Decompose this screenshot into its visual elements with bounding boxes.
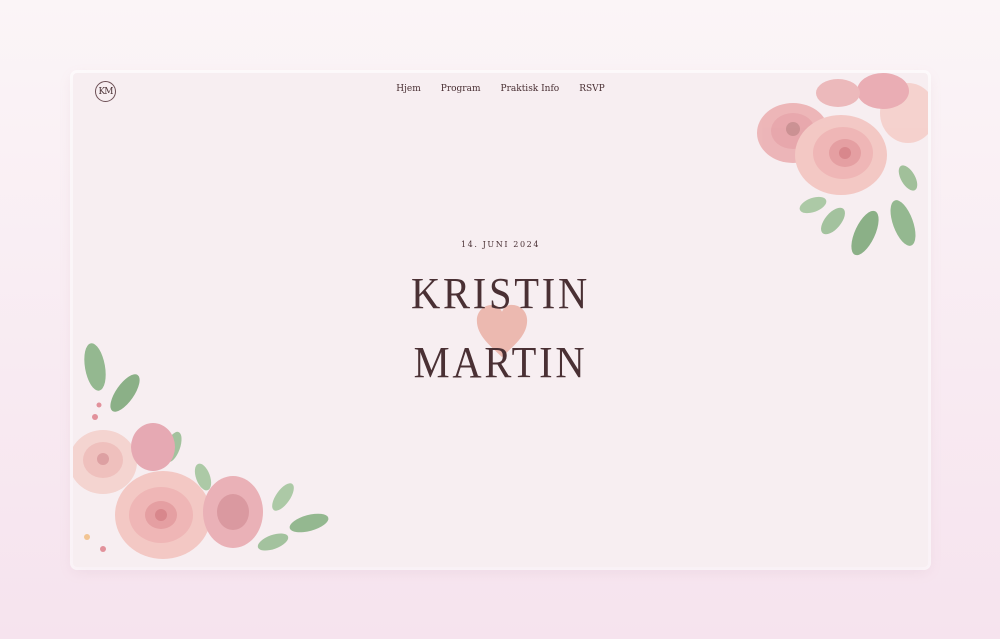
nav-item-hjem[interactable]: Hjem: [396, 84, 421, 94]
bride-name: KRISTIN: [411, 269, 590, 318]
groom-name: MARTIN: [413, 338, 588, 387]
wedding-date: 14. JUNI 2024: [460, 240, 541, 249]
nav-item-program[interactable]: Program: [441, 84, 481, 94]
rose-bouquet-top-icon: [757, 73, 928, 256]
nav-item-rsvp[interactable]: RSVP: [579, 84, 605, 94]
nav-item-praktisk-info[interactable]: Praktisk Info: [501, 84, 560, 94]
wedding-site-card: KM Hjem Program Praktisk Info RSVP 14. J…: [73, 73, 928, 567]
